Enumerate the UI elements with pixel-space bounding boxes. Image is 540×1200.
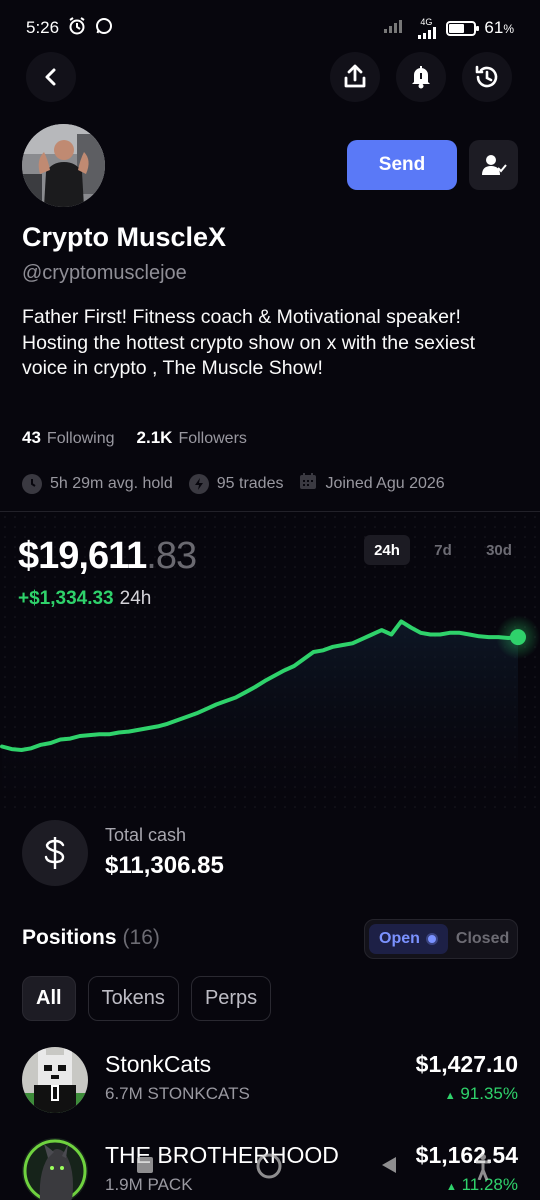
battery-percent-value: 61 [484, 18, 504, 37]
follow-button[interactable] [469, 140, 518, 190]
trades-stat: 95 trades [188, 473, 284, 494]
bell-icon [412, 66, 430, 89]
nav-accessibility-button[interactable] [474, 1154, 492, 1180]
chevron-left-icon [45, 68, 56, 86]
alarm-icon [67, 16, 87, 41]
battery-percentage: 61% [484, 18, 514, 38]
clock-icon [22, 473, 42, 494]
profile-avatar[interactable] [22, 124, 105, 207]
toggle-closed[interactable]: Closed [456, 930, 509, 948]
position-value: $1,162.54 [415, 1142, 518, 1168]
nav-home-button[interactable] [255, 1152, 283, 1180]
position-name: StonkCats [105, 1051, 212, 1077]
range-tab-24h[interactable]: 24h [364, 535, 410, 565]
token-avatar-brotherhood [22, 1138, 88, 1200]
positions-count: (16) [122, 926, 160, 949]
share-button[interactable] [330, 52, 380, 102]
portfolio-change: +$1,334.33 24h [18, 588, 151, 610]
trades-text: 95 trades [216, 474, 284, 492]
position-change: ▲ 91.35% [445, 1084, 518, 1104]
nav-recents-button[interactable] [134, 1154, 156, 1176]
display-name: Crypto MuscleX [22, 222, 227, 252]
toggle-open[interactable]: Open [369, 924, 448, 954]
range-tab-30d[interactable]: 30d [476, 535, 522, 565]
balance-whole: $19,611 [18, 535, 147, 577]
toggle-dot-icon [425, 933, 438, 945]
position-value: $1,427.10 [415, 1051, 518, 1077]
followers-link[interactable]: 2.1K Followers [137, 428, 247, 448]
following-label: Following [46, 430, 115, 447]
total-cash-label: Total cash [105, 825, 187, 845]
dollar-icon [22, 820, 88, 886]
position-change-value: 91.35% [460, 1084, 518, 1103]
lightning-icon [188, 473, 209, 494]
range-tab-7d[interactable]: 7d [420, 535, 466, 565]
total-cash-value: $11,306.85 [105, 852, 224, 879]
up-arrow-icon: ▲ [444, 1090, 456, 1102]
send-button[interactable]: Send [347, 140, 457, 190]
followers-label: Followers [178, 430, 247, 447]
triangle-back-icon [382, 1157, 396, 1173]
avg-hold-text: 5h 29m avg. hold [50, 474, 173, 492]
filter-tokens[interactable]: Tokens [87, 976, 179, 1021]
battery-level [449, 23, 465, 33]
change-period: 24h [119, 588, 152, 609]
position-amount: 1.9M PACK [105, 1175, 193, 1194]
joined-text: Joined Agu 2026 [325, 474, 445, 492]
profile-bio: Father First! Fitness coach & Motivation… [22, 306, 476, 379]
history-icon [475, 65, 498, 88]
filter-perps[interactable]: Perps [190, 976, 272, 1021]
signal-icon [384, 18, 406, 38]
user-handle: @cryptomusclejoe [22, 262, 187, 284]
accessibility-icon [476, 1154, 490, 1180]
position-filters: All Tokens Perps [22, 976, 272, 1021]
balance-cents: .83 [146, 535, 197, 577]
status-time: 5:26 [26, 18, 60, 37]
following-count: 43 [22, 428, 41, 447]
battery-percent-unit: % [503, 22, 514, 36]
following-link[interactable]: 43 Following [22, 428, 115, 448]
up-arrow-icon: ▲ [445, 1181, 457, 1193]
followers-count: 2.1K [136, 428, 173, 447]
change-amount: +$1,334.33 [18, 588, 114, 609]
portfolio-balance: $19,611.83 [18, 535, 197, 578]
network-indicator: 4G [414, 16, 438, 39]
network-type: 4G [420, 16, 433, 27]
status-bar: 5:26 4G 61% [0, 0, 540, 56]
history-button[interactable] [462, 52, 512, 102]
token-avatar-stonkcats [22, 1047, 88, 1113]
positions-heading: Positions (16) [22, 926, 160, 950]
follow-counts: 43 Following 2.1K Followers [22, 428, 247, 448]
position-row-stonkcats[interactable]: StonkCats 6.7M STONKCATS $1,427.10 ▲ 91.… [22, 1047, 518, 1113]
chart-endpoint-dot [510, 629, 526, 646]
profile-stats: 5h 29m avg. hold 95 trades Joined Agu 20… [22, 472, 445, 495]
position-amount: 6.7M STONKCATS [105, 1084, 250, 1103]
circle-icon [256, 1153, 282, 1179]
open-closed-toggle: Open Closed [364, 919, 518, 959]
whatsapp-icon [95, 17, 113, 40]
filter-all[interactable]: All [22, 976, 76, 1021]
square-icon [137, 1157, 153, 1173]
joined-stat: Joined Agu 2026 [299, 472, 445, 495]
battery-icon [446, 20, 480, 36]
calendar-icon [299, 472, 317, 495]
user-check-icon [481, 155, 507, 175]
notifications-button[interactable] [396, 52, 446, 102]
avg-hold-stat: 5h 29m avg. hold [22, 473, 173, 494]
range-tabs: 24h 7d 30d [364, 535, 522, 565]
toggle-open-label: Open [379, 930, 420, 947]
share-icon [344, 64, 366, 88]
positions-title: Positions [22, 926, 117, 949]
nav-back-button[interactable] [378, 1154, 400, 1176]
back-button[interactable] [26, 52, 76, 102]
